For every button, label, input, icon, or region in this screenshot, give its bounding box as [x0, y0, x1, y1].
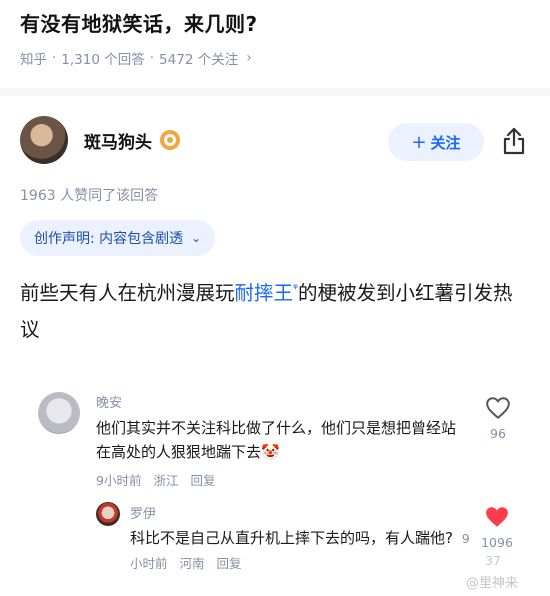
source-label: 知乎	[20, 52, 47, 68]
comment-text: 他们其实并不关注科比做了什么，他们只是想把曾经站在高处的人狠狠地踹下去🤡	[96, 419, 457, 461]
section-divider	[0, 88, 550, 96]
reply-location: 河南	[179, 556, 205, 571]
heart-icon[interactable]	[485, 396, 511, 420]
verified-badge-icon	[160, 130, 180, 150]
watermark: @里神来	[466, 576, 519, 591]
like-count: 96	[490, 426, 506, 441]
search-link[interactable]: 耐摔王	[235, 282, 294, 305]
like-count: 1096	[481, 535, 513, 550]
comment-author[interactable]: 晚安	[96, 392, 122, 411]
reply-button[interactable]: 回复	[217, 556, 242, 571]
upvote-count: 1963 人赞同了该回答	[20, 188, 159, 204]
reply-author[interactable]: 罗伊	[130, 503, 156, 522]
author-name[interactable]: 斑马狗头	[84, 128, 152, 153]
extra-count: 37	[485, 553, 501, 568]
comment-avatar[interactable]	[38, 392, 80, 434]
question-title[interactable]: 有没有地狱笑话，来几则?	[20, 8, 258, 37]
reply-avatar[interactable]	[96, 502, 120, 526]
meta-separator: ·	[149, 50, 155, 66]
plus-icon: +	[411, 131, 427, 153]
follow-label: 关注	[430, 133, 461, 152]
heart-filled-icon[interactable]	[484, 505, 510, 529]
meta-separator: ·	[52, 50, 57, 66]
author-avatar[interactable]	[20, 116, 68, 164]
answer-content: 前些天有人在杭州漫展玩耐摔王ᵠ的梗被发到小红薯引发热议	[20, 270, 520, 348]
chevron-right-icon[interactable]: ›	[246, 50, 252, 66]
claim-label: 创作声明: 内容包含剧透	[34, 231, 184, 247]
question-meta[interactable]: 知乎 · 1,310 个回答 · 5472 个关注 ›	[20, 48, 252, 68]
answer-count: 1,310 个回答	[61, 52, 145, 68]
follower-count: 5472 个关注	[159, 52, 239, 68]
author-row: 斑马狗头	[20, 116, 180, 164]
comment-meta: 9小时前 浙江 回复	[96, 470, 223, 489]
share-icon[interactable]	[500, 126, 528, 156]
follow-button[interactable]: + 关注	[388, 123, 484, 161]
reply-text: 科比不是自己从直升机上摔下去的吗，有人踹他? 9小时前 河南 回复	[130, 526, 470, 576]
comment-location: 浙江	[153, 473, 179, 488]
chevron-down-icon: ⌄	[191, 231, 202, 245]
reply-button[interactable]: 回复	[190, 473, 215, 488]
creation-claim-button[interactable]: 创作声明: 内容包含剧透 ⌄	[20, 220, 216, 256]
reply-body: 科比不是自己从直升机上摔下去的吗，有人踹他?	[130, 529, 453, 547]
content-text: 前些天有人在杭州漫展玩	[20, 281, 235, 305]
comment-time: 9小时前	[96, 473, 142, 488]
